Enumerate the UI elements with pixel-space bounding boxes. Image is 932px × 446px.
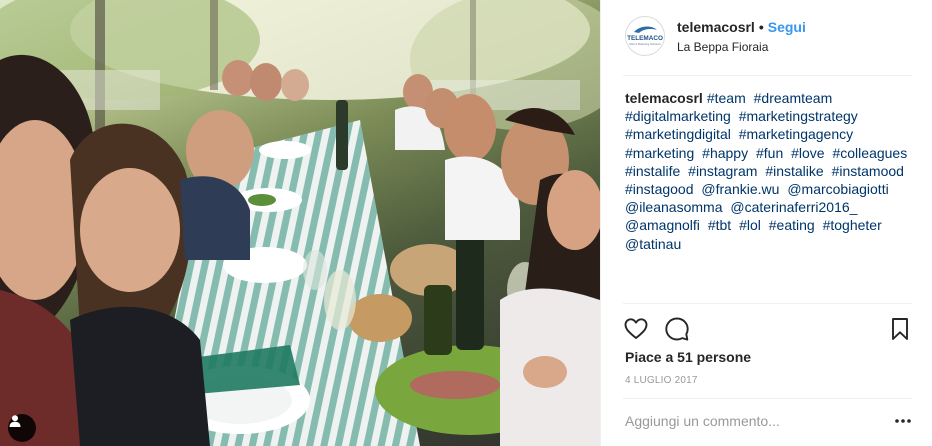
caption-hashtag[interactable]: #lol [739,217,761,233]
header-user-line: telemacosrl • Segui [677,19,806,35]
post-header: TELEMACO Web & Marketing Solutions telem… [601,0,932,76]
bookmark-icon [892,318,908,340]
save-button[interactable] [887,316,913,342]
post-date[interactable]: 4 LUGLIO 2017 [625,375,698,386]
heart-icon [624,318,648,339]
caption-mention[interactable]: @amagnolfi [625,217,700,233]
more-options-button[interactable] [891,412,915,430]
caption-hashtag[interactable]: #digitalmarketing [625,108,731,124]
caption-hashtag[interactable]: #instagood [625,181,694,197]
telemaco-logo: TELEMACO Web & Marketing Solutions [627,26,663,46]
caption-hashtag[interactable]: #dreamteam [754,90,833,106]
caption-hashtag[interactable]: #love [791,145,824,161]
caption-hashtag[interactable]: #marketing [625,145,694,161]
comment-input[interactable] [625,410,875,432]
caption-mention[interactable]: @caterinaferri2016_ [730,199,857,215]
photo-scene [0,0,600,446]
header-separator: • [758,19,764,35]
caption-mention[interactable]: @ileanasomma [625,199,722,215]
caption-hashtag[interactable]: #marketingstrategy [739,108,858,124]
avatar[interactable]: TELEMACO Web & Marketing Solutions [625,16,665,56]
user-tag-icon [9,415,21,427]
caption-hashtag[interactable]: #instamood [832,163,904,179]
comment-bubble-icon [665,317,689,341]
caption-hashtag[interactable]: #instalike [765,163,823,179]
avatar-logo-subtext: Web & Marketing Solutions [629,42,661,46]
caption-hashtag[interactable]: #marketingagency [739,126,853,142]
caption-hashtag[interactable]: #marketingdigital [625,126,731,142]
caption-mention[interactable]: @frankie.wu [701,181,779,197]
caption-hashtag[interactable]: #colleagues [832,145,907,161]
user-tags-button[interactable] [8,414,36,442]
caption-hashtag[interactable]: #instagram [688,163,757,179]
actions-divider [623,303,912,304]
caption-mention[interactable]: @tatinau [625,236,681,252]
caption-hashtag[interactable]: #instalife [625,163,680,179]
caption-hashtag[interactable]: #team [707,90,746,106]
likes-count[interactable]: Piace a 51 persone [625,349,751,365]
caption-hashtag[interactable]: #happy [702,145,748,161]
comment-button[interactable] [664,316,690,342]
caption-author[interactable]: telemacosrl [625,90,703,106]
like-button[interactable] [623,316,649,342]
caption: telemacosrl #team #dreamteam #digitalmark… [625,89,917,253]
header-username[interactable]: telemacosrl [677,19,755,35]
caption-hashtag[interactable]: #eating [769,217,815,233]
post-photo[interactable] [0,0,600,446]
location-link[interactable]: La Beppa Fioraia [677,40,768,54]
caption-mention[interactable]: @marcobiagiotti [787,181,888,197]
action-bar [601,312,932,342]
caption-tags: #team #dreamteam #digitalmarketing #mark… [625,90,911,252]
avatar-logo-text: TELEMACO [627,35,663,42]
caption-hashtag[interactable]: #fun [756,145,783,161]
more-dots-icon [895,419,911,423]
header-divider [623,75,912,76]
caption-hashtag[interactable]: #togheter [823,217,882,233]
post-sidebar: TELEMACO Web & Marketing Solutions telem… [600,0,932,446]
caption-hashtag[interactable]: #tbt [708,217,731,233]
follow-button[interactable]: Segui [768,19,806,35]
comment-divider [623,398,912,399]
